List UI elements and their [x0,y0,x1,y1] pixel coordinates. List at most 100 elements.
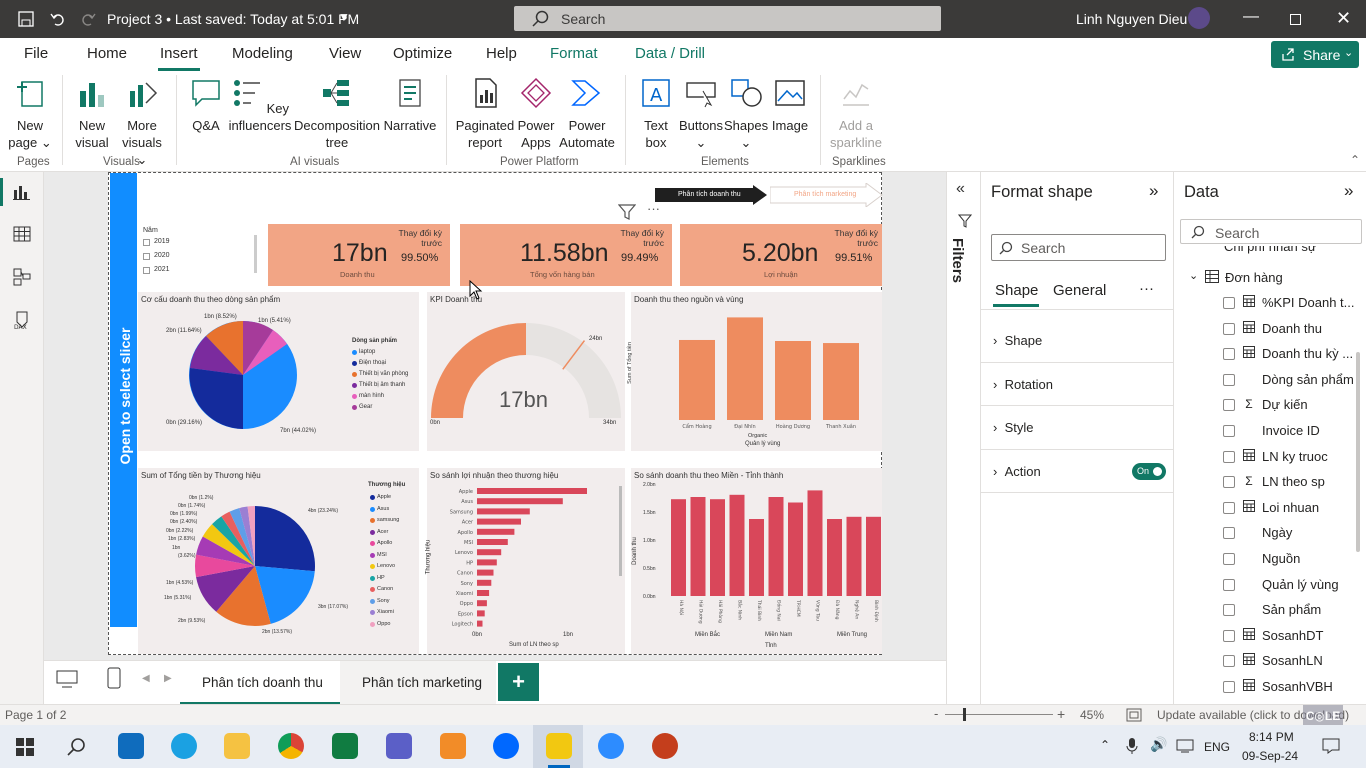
file-title[interactable]: Project 3 • Last saved: Today at 5:01 PM [107,11,359,27]
format-tab-general[interactable]: General [1053,282,1106,299]
format-search-input[interactable]: Search [991,234,1166,261]
bar[interactable] [477,569,494,576]
shapes-button[interactable]: Shapes ⌄ [724,77,768,151]
format-more-icon[interactable]: ··· [1139,280,1154,297]
data-field-item[interactable]: Nguồn [1174,547,1354,571]
page-tab-revenue[interactable]: Phân tích doanh thu [180,661,340,705]
kpi-card-revenue[interactable]: 17bn Thay đổi kỳ trước 99.50% Doanh thu [268,224,450,286]
collapse-ribbon-icon[interactable]: ⌃ [1350,153,1360,167]
key-influencers-button[interactable]: Key influencers [228,77,292,134]
buttons-button[interactable]: Buttons ⌄ [678,77,724,151]
data-field-item[interactable]: Ngày [1174,521,1354,545]
zoom-out-icon[interactable]: - [934,706,938,721]
microphone-icon[interactable] [1126,737,1138,755]
field-checkbox[interactable] [1223,476,1235,489]
data-field-item[interactable]: Loi nhuan [1174,496,1354,520]
nav-button-marketing[interactable]: Phân tích marketing [770,183,884,207]
taskbar-search-icon[interactable] [66,737,86,757]
teams-icon[interactable] [386,733,412,759]
bar[interactable] [866,516,881,596]
collapse-format-icon[interactable]: » [1149,181,1158,201]
collapse-data-icon[interactable]: » [1344,181,1353,201]
bar[interactable] [477,528,515,535]
more-options-icon[interactable]: ··· [647,201,660,216]
network-icon[interactable] [1176,739,1194,753]
maximize-icon[interactable] [1290,14,1301,25]
bar[interactable] [477,539,508,545]
field-checkbox[interactable] [1223,373,1235,386]
data-field-item[interactable]: Σ Dự kiến [1174,393,1354,417]
zoom-slider-thumb[interactable] [963,708,966,721]
global-search-box[interactable]: Search [514,6,941,31]
format-section-rotation[interactable]: › Rotation [993,377,1053,392]
clock-time[interactable]: 8:14 PM [1249,730,1294,744]
kpi-card-cogs[interactable]: 11.58bn Thay đổi kỳ trước 99.49% Tổng vố… [460,224,672,286]
data-field-item[interactable]: Doanh thu kỳ ... [1174,342,1354,366]
add-sparkline-button[interactable]: Add a sparkline [828,77,884,151]
gauge-kpi-revenue[interactable]: KPI Doanh thu 17bn 0bn 34bn 24bn [427,292,625,451]
field-checkbox[interactable] [1223,322,1235,335]
bar[interactable] [823,343,859,420]
data-field-item[interactable]: Dòng sản phẩm [1174,368,1354,392]
speaker-icon[interactable]: 🔊 [1150,736,1167,753]
bar[interactable] [710,499,725,596]
data-field-item[interactable]: SosanhLN [1174,649,1354,673]
format-tab-shape[interactable]: Shape [995,282,1038,299]
format-section-shape[interactable]: › Shape [993,333,1042,348]
powerpoint-icon[interactable] [652,733,678,759]
bar[interactable] [477,488,587,494]
app-icon[interactable] [440,733,466,759]
bar[interactable] [477,549,502,556]
close-icon[interactable]: ✕ [1336,8,1351,29]
new-visual-button[interactable]: New visual [70,77,114,151]
format-section-action[interactable]: › Action [993,464,1041,479]
expand-filters-icon[interactable]: « [956,180,965,198]
field-checkbox[interactable] [1223,527,1235,540]
field-checkbox[interactable] [1223,655,1235,668]
bar[interactable] [679,339,715,420]
bar[interactable] [775,340,811,420]
report-view-icon[interactable] [13,184,31,200]
field-checkbox[interactable] [1223,450,1235,463]
field-checkbox[interactable] [1223,297,1235,309]
image-button[interactable]: Image [768,77,812,134]
title-dropdown-icon[interactable]: ▼ [338,10,350,24]
data-field-item[interactable]: Σ LN theo sp [1174,470,1354,494]
field-checkbox[interactable] [1223,604,1235,617]
text-box-button[interactable]: A Text box [634,77,678,151]
share-button[interactable]: Share ⌄ [1271,41,1359,68]
bar[interactable] [477,620,483,627]
bar[interactable] [846,516,862,596]
desktop-layout-icon[interactable] [56,670,78,688]
tab-file[interactable]: File [24,45,48,62]
mobile-layout-icon[interactable] [107,667,121,689]
hbar-chart-profit-by-brand[interactable]: So sánh lợi nhuận theo thương hiệu Apple… [425,468,625,654]
tray-chevron-icon[interactable]: ⌃ [1100,738,1110,752]
field-checkbox[interactable] [1223,348,1235,361]
data-scrollbar[interactable] [1356,352,1360,552]
filters-pane-collapsed[interactable]: « Filters [946,172,980,704]
zalo-icon[interactable] [493,733,519,759]
add-page-button[interactable]: + [498,663,539,701]
bar-chart-revenue-by-region[interactable]: Doanh thu theo nguồn và vùng Cẩm Hoàng Đạ… [627,292,882,451]
data-field-item[interactable]: Doanh thu [1174,317,1354,341]
pie-chart-product-line[interactable]: Cơ cấu doanh thu theo dòng sản phẩm 1bn … [138,292,419,451]
notification-icon[interactable] [1322,738,1340,754]
bar[interactable] [477,579,492,586]
edge-icon[interactable] [171,733,197,759]
new-page-button[interactable]: New page ⌄ [6,77,54,151]
power-bi-icon[interactable] [546,733,572,759]
language-indicator[interactable]: ENG [1204,740,1230,754]
minimize-icon[interactable]: — [1243,8,1259,26]
fit-to-page-icon[interactable] [1126,708,1142,722]
bar[interactable] [727,317,763,420]
tab-help[interactable]: Help [486,45,517,62]
zoom-in-icon[interactable]: + [1057,706,1065,722]
windows-start-icon[interactable] [16,738,34,756]
tab-optimize[interactable]: Optimize [393,45,452,62]
pie-slice[interactable] [255,506,315,572]
save-icon[interactable] [18,11,34,27]
hbar-scrollbar[interactable] [619,486,622,576]
tab-data-drill[interactable]: Data / Drill [635,45,705,62]
bar[interactable] [477,590,490,596]
